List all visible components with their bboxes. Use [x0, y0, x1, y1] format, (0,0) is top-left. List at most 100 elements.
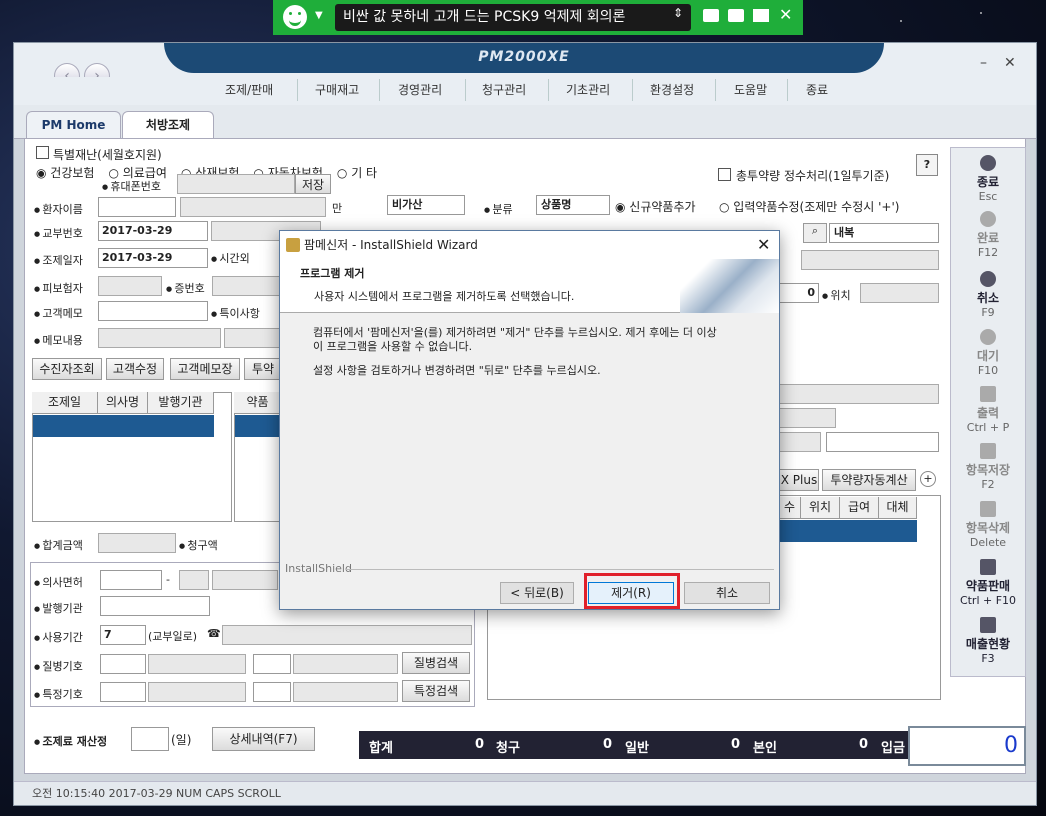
- radio-health[interactable]: ◉ 건강보험: [36, 164, 94, 181]
- menu-help[interactable]: 도움말: [734, 81, 767, 98]
- done-action[interactable]: 완료 F12: [950, 211, 1026, 259]
- customer-memo-button[interactable]: 고객메모장: [170, 358, 240, 380]
- detail-button[interactable]: 상세내역(F7): [212, 727, 315, 751]
- menu-management[interactable]: 경영관리: [398, 81, 442, 98]
- delete-item-action[interactable]: 항목삭제 Delete: [950, 501, 1026, 549]
- dialog-close-icon[interactable]: ✕: [757, 235, 770, 254]
- news-headline[interactable]: 비싼 값 못하네 고개 드는 PCSK9 억제제 회의론: [335, 4, 691, 31]
- save-item-action[interactable]: 항목저장 F2: [950, 443, 1026, 491]
- issuer-phone-field[interactable]: [222, 625, 472, 645]
- class-select[interactable]: 상품명: [536, 195, 610, 215]
- exit-action[interactable]: 종료 Esc: [950, 155, 1026, 203]
- wait-action[interactable]: 대기 F10: [950, 329, 1026, 377]
- radio-edit-drug[interactable]: ○ 입력약품수정(조제만 수정시 '+'): [719, 198, 899, 215]
- phone-field[interactable]: [177, 174, 295, 194]
- special-code2-input[interactable]: [253, 682, 291, 702]
- col-issuer[interactable]: 발행기관: [148, 392, 214, 414]
- sales-status-action[interactable]: 매출현황 F3: [950, 617, 1026, 665]
- customer-memo-label: 고객메모: [34, 305, 82, 321]
- edit-customer-button[interactable]: 고객수정: [106, 358, 164, 380]
- menu-settings[interactable]: 환경설정: [650, 81, 694, 98]
- qty-input[interactable]: 0: [779, 283, 819, 303]
- col-count[interactable]: 수: [779, 497, 801, 519]
- x-plus-button[interactable]: X Plus: [779, 469, 819, 491]
- dropdown-icon[interactable]: ▼: [315, 10, 323, 21]
- patient-lookup-button[interactable]: 수진자조회: [32, 358, 102, 380]
- license-seg3[interactable]: [212, 570, 278, 590]
- exit-label: 종료: [976, 175, 1000, 189]
- patient-name-input[interactable]: [98, 197, 176, 217]
- memo-content-field[interactable]: [98, 328, 221, 348]
- col-substitute[interactable]: 대체: [879, 497, 917, 519]
- use-period-label: 사용기간: [34, 629, 82, 645]
- payment-input[interactable]: 0: [908, 726, 1026, 766]
- issue-date-picker[interactable]: 2017-03-29: [98, 221, 208, 241]
- col-doctor[interactable]: 의사명: [98, 392, 148, 414]
- position-field[interactable]: [860, 283, 939, 303]
- special-disaster-checkbox[interactable]: [36, 146, 49, 159]
- minimize-icon[interactable]: –: [980, 55, 987, 71]
- menu-claim[interactable]: 청구관리: [482, 81, 526, 98]
- card-icon[interactable]: [703, 9, 719, 22]
- special-code-input[interactable]: [100, 682, 146, 702]
- disease-search-button[interactable]: 질병검색: [402, 652, 470, 674]
- print-action[interactable]: 출력 Ctrl + P: [950, 386, 1026, 434]
- license-seg2[interactable]: [179, 570, 209, 590]
- nontax-select[interactable]: 비가산: [387, 195, 465, 215]
- auto-calc-button[interactable]: 투약량자동계산: [822, 469, 916, 491]
- col-drug[interactable]: 약품: [234, 392, 282, 414]
- tab-prescription[interactable]: 처방조제: [122, 111, 214, 138]
- close-window-icon[interactable]: ✕: [1004, 55, 1016, 71]
- col-dispense-date[interactable]: 조제일: [32, 392, 98, 414]
- daily-total-checkbox[interactable]: [718, 168, 731, 181]
- back-button[interactable]: < 뒤로(B): [500, 582, 574, 604]
- search-icon[interactable]: ⌕: [803, 223, 827, 243]
- col-position[interactable]: 위치: [801, 497, 840, 519]
- close-icon[interactable]: ✕: [779, 5, 792, 24]
- disease-code2-input[interactable]: [253, 654, 291, 674]
- menu-sep: [632, 79, 633, 101]
- scroll-arrows-icon[interactable]: ⇕: [673, 6, 683, 20]
- menu-base[interactable]: 기초관리: [566, 81, 610, 98]
- menu-exit[interactable]: 종료: [806, 81, 828, 98]
- totals-bar: 합계 0 청구 0 일반 0 본인 0 입금: [359, 731, 919, 759]
- save-phone-button[interactable]: 저장: [295, 174, 331, 194]
- cancel-button[interactable]: 취소: [684, 582, 770, 604]
- radio-other[interactable]: ○ 기 타: [337, 164, 377, 181]
- cancel-action[interactable]: 취소 F9: [950, 271, 1026, 319]
- selected-drug-grid-row[interactable]: [779, 520, 917, 542]
- drug-select[interactable]: [826, 432, 939, 452]
- special-search-button[interactable]: 특정검색: [402, 680, 470, 702]
- customer-memo-select[interactable]: [98, 301, 208, 321]
- doctor-license-label: 의사면허: [34, 574, 82, 590]
- tab-pm-home[interactable]: PM Home: [26, 111, 121, 138]
- drug-sale-action[interactable]: 약품판매 Ctrl + F10: [950, 559, 1026, 607]
- add-icon[interactable]: +: [920, 471, 936, 487]
- recalc-days-input[interactable]: [131, 727, 169, 751]
- sum-amount-label: 합계금액: [34, 537, 82, 553]
- help-button[interactable]: ?: [916, 154, 938, 176]
- cancel-label: 취소: [976, 291, 1000, 305]
- medication-button[interactable]: 투약: [244, 358, 282, 380]
- messenger-icon[interactable]: [283, 5, 307, 29]
- memo-extra-field[interactable]: [224, 328, 282, 348]
- dispense-date-value: 2017-03-29: [102, 251, 173, 264]
- col-benefit[interactable]: 급여: [840, 497, 879, 519]
- dispense-date-picker[interactable]: 2017-03-29: [98, 248, 208, 268]
- brand-logo: PM2000XE: [478, 49, 570, 65]
- selected-history-row[interactable]: [33, 415, 214, 437]
- doctor-license-input[interactable]: [100, 570, 162, 590]
- menu-dispense[interactable]: 조제/판매: [225, 81, 273, 98]
- patient-id-field[interactable]: [180, 197, 326, 217]
- use-period-select[interactable]: 7: [100, 625, 146, 645]
- mail-icon[interactable]: [753, 9, 769, 22]
- insured-field[interactable]: [98, 276, 162, 296]
- cert-no-field[interactable]: [212, 276, 282, 296]
- calendar-icon[interactable]: [728, 9, 744, 22]
- selected-drug-row[interactable]: [235, 415, 281, 437]
- disease-code-input[interactable]: [100, 654, 146, 674]
- route-select[interactable]: 내복: [829, 223, 939, 243]
- menu-purchase[interactable]: 구매재고: [315, 81, 359, 98]
- radio-new-drug[interactable]: ◉ 신규약품추가: [615, 198, 696, 215]
- issuer-input[interactable]: [100, 596, 210, 616]
